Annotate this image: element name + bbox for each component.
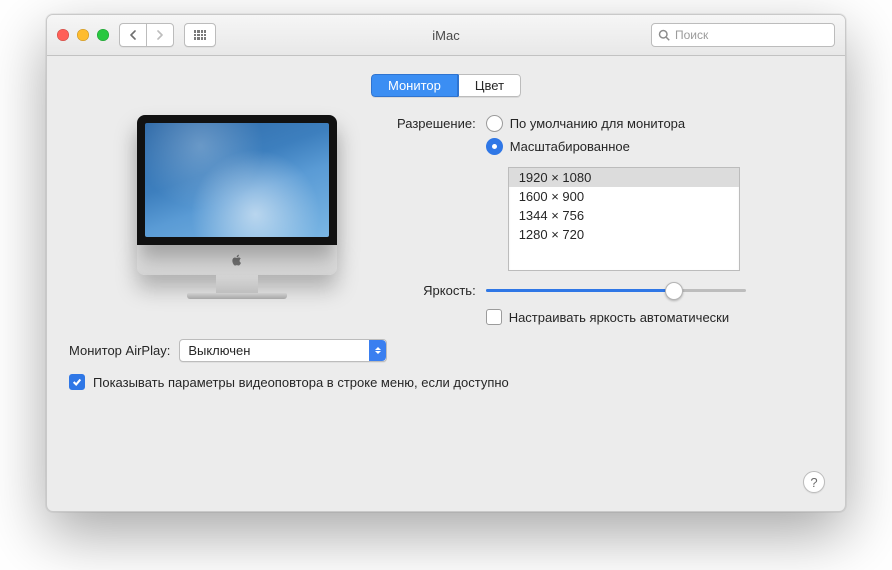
checkbox-icon — [69, 374, 85, 390]
auto-brightness-label: Настраивать яркость автоматически — [509, 310, 729, 325]
resolution-scaled-label: Масштабированное — [510, 139, 630, 154]
back-button[interactable] — [119, 23, 146, 47]
mirroring-label: Показывать параметры видеоповтора в стро… — [93, 375, 509, 390]
grid-icon — [194, 30, 206, 40]
stepper-arrows-icon — [369, 340, 386, 361]
window-controls — [57, 29, 109, 41]
chevron-right-icon — [156, 30, 164, 40]
display-tabs: Монитор Цвет — [47, 74, 845, 97]
mirroring-checkbox[interactable]: Показывать параметры видеоповтора в стро… — [69, 374, 823, 390]
monitor-illustration — [87, 115, 387, 325]
content: Монитор Цвет Разрешение: — [47, 56, 845, 511]
resolution-item[interactable]: 1920 × 1080 — [509, 168, 739, 187]
chevron-left-icon — [129, 30, 137, 40]
resolution-item[interactable]: 1600 × 900 — [509, 187, 739, 206]
resolution-item[interactable]: 1280 × 720 — [509, 225, 739, 244]
close-window-button[interactable] — [57, 29, 69, 41]
search-placeholder: Поиск — [675, 28, 708, 42]
resolution-default-radio[interactable]: По умолчанию для монитора — [486, 115, 805, 132]
airplay-row: Монитор AirPlay: Выключен — [69, 339, 823, 362]
slider-thumb-icon[interactable] — [665, 282, 683, 300]
preferences-window: iMac Поиск Монитор Цвет — [46, 14, 846, 512]
show-all-button[interactable] — [184, 23, 216, 47]
resolution-list[interactable]: 1920 × 1080 1600 × 900 1344 × 756 1280 ×… — [508, 167, 740, 271]
radio-icon — [486, 115, 503, 132]
nav-back-forward — [119, 23, 174, 47]
airplay-value: Выключен — [188, 343, 250, 358]
radio-icon — [486, 138, 503, 155]
brightness-slider[interactable] — [486, 281, 805, 299]
tab-monitor[interactable]: Монитор — [371, 74, 458, 97]
settings: Разрешение: По умолчанию для монитора Ма… — [397, 115, 805, 325]
resolution-default-label: По умолчанию для монитора — [510, 116, 685, 131]
checkbox-icon — [486, 309, 502, 325]
toolbar: iMac Поиск — [47, 15, 845, 56]
bottom-area: Монитор AirPlay: Выключен Показывать пар… — [47, 325, 845, 400]
search-field[interactable]: Поиск — [651, 23, 835, 47]
zoom-window-button[interactable] — [97, 29, 109, 41]
resolution-item[interactable]: 1344 × 756 — [509, 206, 739, 225]
resolution-options: По умолчанию для монитора Масштабированн… — [486, 115, 805, 271]
list-padding — [509, 244, 739, 270]
airplay-label: Монитор AirPlay: — [69, 343, 170, 358]
airplay-popup[interactable]: Выключен — [179, 339, 387, 362]
apple-logo-icon — [230, 253, 244, 267]
forward-button[interactable] — [146, 23, 174, 47]
minimize-window-button[interactable] — [77, 29, 89, 41]
resolution-scaled-radio[interactable]: Масштабированное — [486, 138, 805, 155]
wallpaper-icon — [145, 123, 329, 237]
search-icon — [658, 29, 670, 41]
brightness-label: Яркость: — [423, 282, 476, 298]
tab-color[interactable]: Цвет — [458, 74, 521, 97]
resolution-label: Разрешение: — [397, 115, 476, 131]
help-button[interactable]: ? — [803, 471, 825, 493]
auto-brightness-checkbox[interactable]: Настраивать яркость автоматически — [486, 309, 805, 325]
main-area: Разрешение: По умолчанию для монитора Ма… — [47, 97, 845, 325]
